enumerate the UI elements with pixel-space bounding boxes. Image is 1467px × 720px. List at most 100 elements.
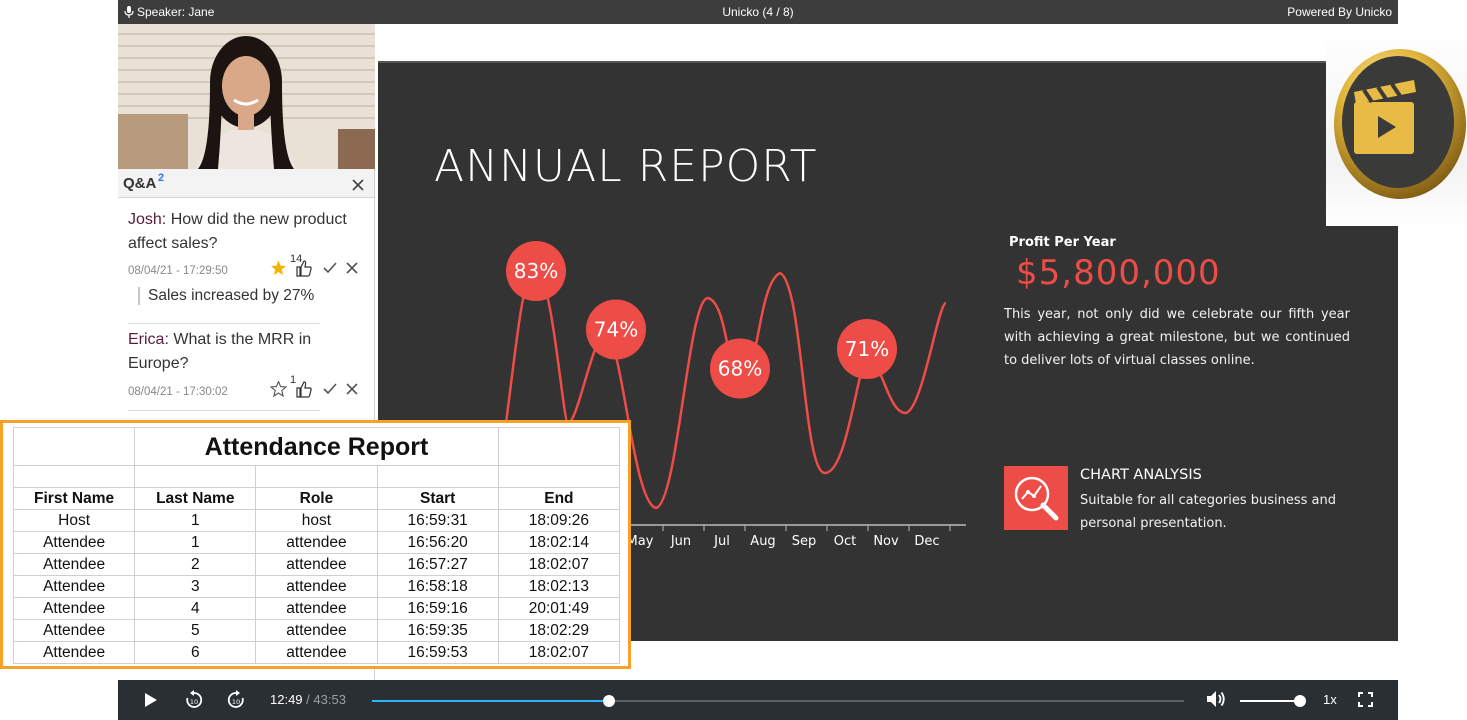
table-cell: attendee — [255, 553, 378, 576]
x-tick-label: Jul — [713, 534, 730, 549]
check-icon[interactable] — [323, 383, 337, 395]
dismiss-icon[interactable] — [346, 262, 358, 274]
table-spacer — [255, 465, 378, 488]
powered-by: Powered By Unicko — [1287, 5, 1392, 19]
chart-analysis-text: Suitable for all categories business and… — [1080, 493, 1337, 531]
table-cell: 18:02:07 — [497, 641, 621, 664]
seek-bar[interactable] — [372, 695, 1184, 707]
seek-progress — [372, 700, 610, 702]
table-spacer — [12, 427, 136, 466]
table-cell: Attendee — [12, 641, 136, 664]
volume-icon — [1207, 691, 1225, 707]
x-tick-label: Sep — [792, 534, 817, 549]
unicko-logo — [1326, 24, 1467, 226]
qa-count-badge: 2 — [158, 172, 165, 184]
volume-button[interactable] — [1206, 690, 1226, 713]
x-tick-label: Jun — [670, 534, 691, 549]
qa-title: Q&A — [123, 175, 157, 192]
table-cell: 16:58:18 — [376, 575, 499, 598]
rewind-10-button[interactable]: 10 — [184, 690, 204, 715]
chart-analysis-title: CHART ANALYSIS — [1080, 467, 1202, 483]
question-author: Erica — [128, 331, 165, 348]
x-tick-label: Nov — [873, 534, 899, 549]
thumbs-up-icon — [296, 381, 312, 398]
play-button[interactable] — [144, 692, 158, 713]
profit-description: This year, not only did we celebrate our… — [1004, 307, 1350, 368]
table-cell: 4 — [134, 597, 257, 620]
dismiss-icon[interactable] — [346, 383, 358, 395]
volume-level — [1240, 700, 1300, 702]
table-row: Attendee 4 attendee 16:59:16 20:01:49 — [12, 597, 621, 620]
total-time: 43:53 — [313, 692, 346, 707]
qa-close-button[interactable] — [352, 174, 364, 196]
table-cell: attendee — [255, 575, 378, 598]
table-spacer — [497, 465, 621, 488]
fullscreen-button[interactable] — [1358, 692, 1373, 712]
column-header: Start — [376, 487, 499, 510]
rewind-10-icon: 10 — [186, 690, 203, 708]
table-cell: 18:02:13 — [497, 575, 621, 598]
table-cell: attendee — [255, 619, 378, 642]
table-cell: 3 — [134, 575, 257, 598]
like-count: 14 — [290, 253, 303, 265]
table-cell: Host — [12, 509, 136, 532]
table-cell: Attendee — [12, 575, 136, 598]
check-icon[interactable] — [323, 262, 337, 274]
close-icon — [352, 179, 364, 191]
table-cell: 16:59:53 — [376, 641, 499, 664]
profit-value: $5,800,000 — [1016, 253, 1221, 293]
like-button[interactable]: 1 — [290, 374, 314, 398]
slide-title: ANNUAL REPORT — [434, 141, 818, 192]
like-button[interactable]: 14 — [290, 253, 314, 277]
fullscreen-icon — [1358, 692, 1373, 707]
table-cell: 18:02:07 — [497, 553, 621, 576]
star-outline-icon[interactable] — [270, 381, 287, 397]
table-cell: 2 — [134, 553, 257, 576]
data-label: 68% — [718, 357, 762, 381]
qa-question: Erica: What is the MRR in Europe? — [128, 328, 353, 376]
question-author: Josh — [128, 211, 162, 228]
speaker-photo — [118, 24, 375, 169]
data-label: 83% — [514, 259, 558, 283]
table-cell: attendee — [255, 641, 378, 664]
question-timestamp: 08/04/21 - 17:30:02 — [128, 386, 228, 398]
speaker-video — [118, 24, 375, 169]
table-cell: 20:01:49 — [497, 597, 621, 620]
volume-slider[interactable] — [1240, 695, 1306, 707]
column-header: Last Name — [134, 487, 257, 510]
player-controls: 10 10 12:49 / 43:53 1x — [118, 680, 1398, 720]
star-filled-icon[interactable] — [270, 260, 287, 276]
playback-speed-button[interactable]: 1x — [1323, 692, 1337, 707]
table-cell: Attendee — [12, 619, 136, 642]
attendance-table: Attendance Report First Name Last Name R… — [12, 427, 621, 664]
table-row: Attendee 3 attendee 16:58:18 18:02:13 — [12, 575, 621, 598]
x-tick-label: Dec — [914, 534, 939, 549]
table-row: Attendee 5 attendee 16:59:35 18:02:29 — [12, 619, 621, 642]
x-tick-label: Aug — [750, 534, 775, 549]
table-cell: 18:02:29 — [497, 619, 621, 642]
table-cell: 16:57:27 — [376, 553, 499, 576]
table-row: Attendee 6 attendee 16:59:53 18:02:07 — [12, 641, 621, 664]
table-cell: attendee — [255, 531, 378, 554]
seek-handle[interactable] — [603, 695, 616, 707]
qa-question: Josh: How did the new product affect sal… — [128, 208, 353, 256]
question-actions: 1 — [270, 374, 358, 398]
table-cell: Attendee — [12, 553, 136, 576]
table-cell: 18:09:26 — [497, 509, 621, 532]
forward-10-button[interactable]: 10 — [226, 690, 246, 715]
volume-handle[interactable] — [1294, 695, 1306, 707]
play-icon — [145, 693, 157, 707]
divider — [128, 323, 320, 324]
session-title: Unicko (4 / 8) — [722, 5, 794, 19]
divider — [128, 410, 320, 411]
clapperboard-coin-icon — [1334, 49, 1466, 199]
question-text: : How did the new product affect sales? — [128, 211, 347, 252]
x-tick-label: Oct — [834, 534, 856, 549]
question-timestamp: 08/04/21 - 17:29:50 — [128, 265, 228, 277]
table-spacer — [134, 465, 257, 488]
table-cell: 16:59:16 — [376, 597, 499, 620]
column-header: End — [497, 487, 621, 510]
table-cell: host — [255, 509, 378, 532]
table-header-row: First Name Last Name Role Start End — [12, 487, 621, 510]
table-spacer — [497, 427, 621, 466]
